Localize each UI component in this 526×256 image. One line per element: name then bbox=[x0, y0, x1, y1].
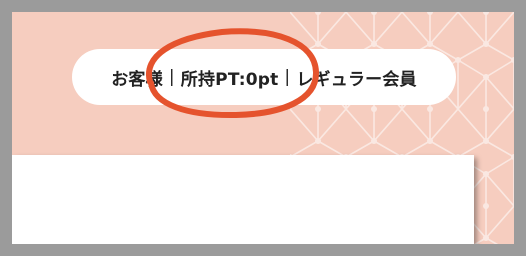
customer-name-label: お客様 bbox=[111, 69, 163, 90]
member-status-bar: お客様 | 所持PT:0pt | レギュラー会員 bbox=[72, 49, 456, 105]
separator: | bbox=[168, 67, 175, 87]
points-balance-label: 所持PT:0pt bbox=[180, 69, 279, 90]
member-rank-label: レギュラー会員 bbox=[296, 69, 417, 90]
page-frame: お客様 | 所持PT:0pt | レギュラー会員 bbox=[12, 12, 514, 244]
separator: | bbox=[284, 67, 291, 87]
content-panel bbox=[12, 155, 474, 244]
